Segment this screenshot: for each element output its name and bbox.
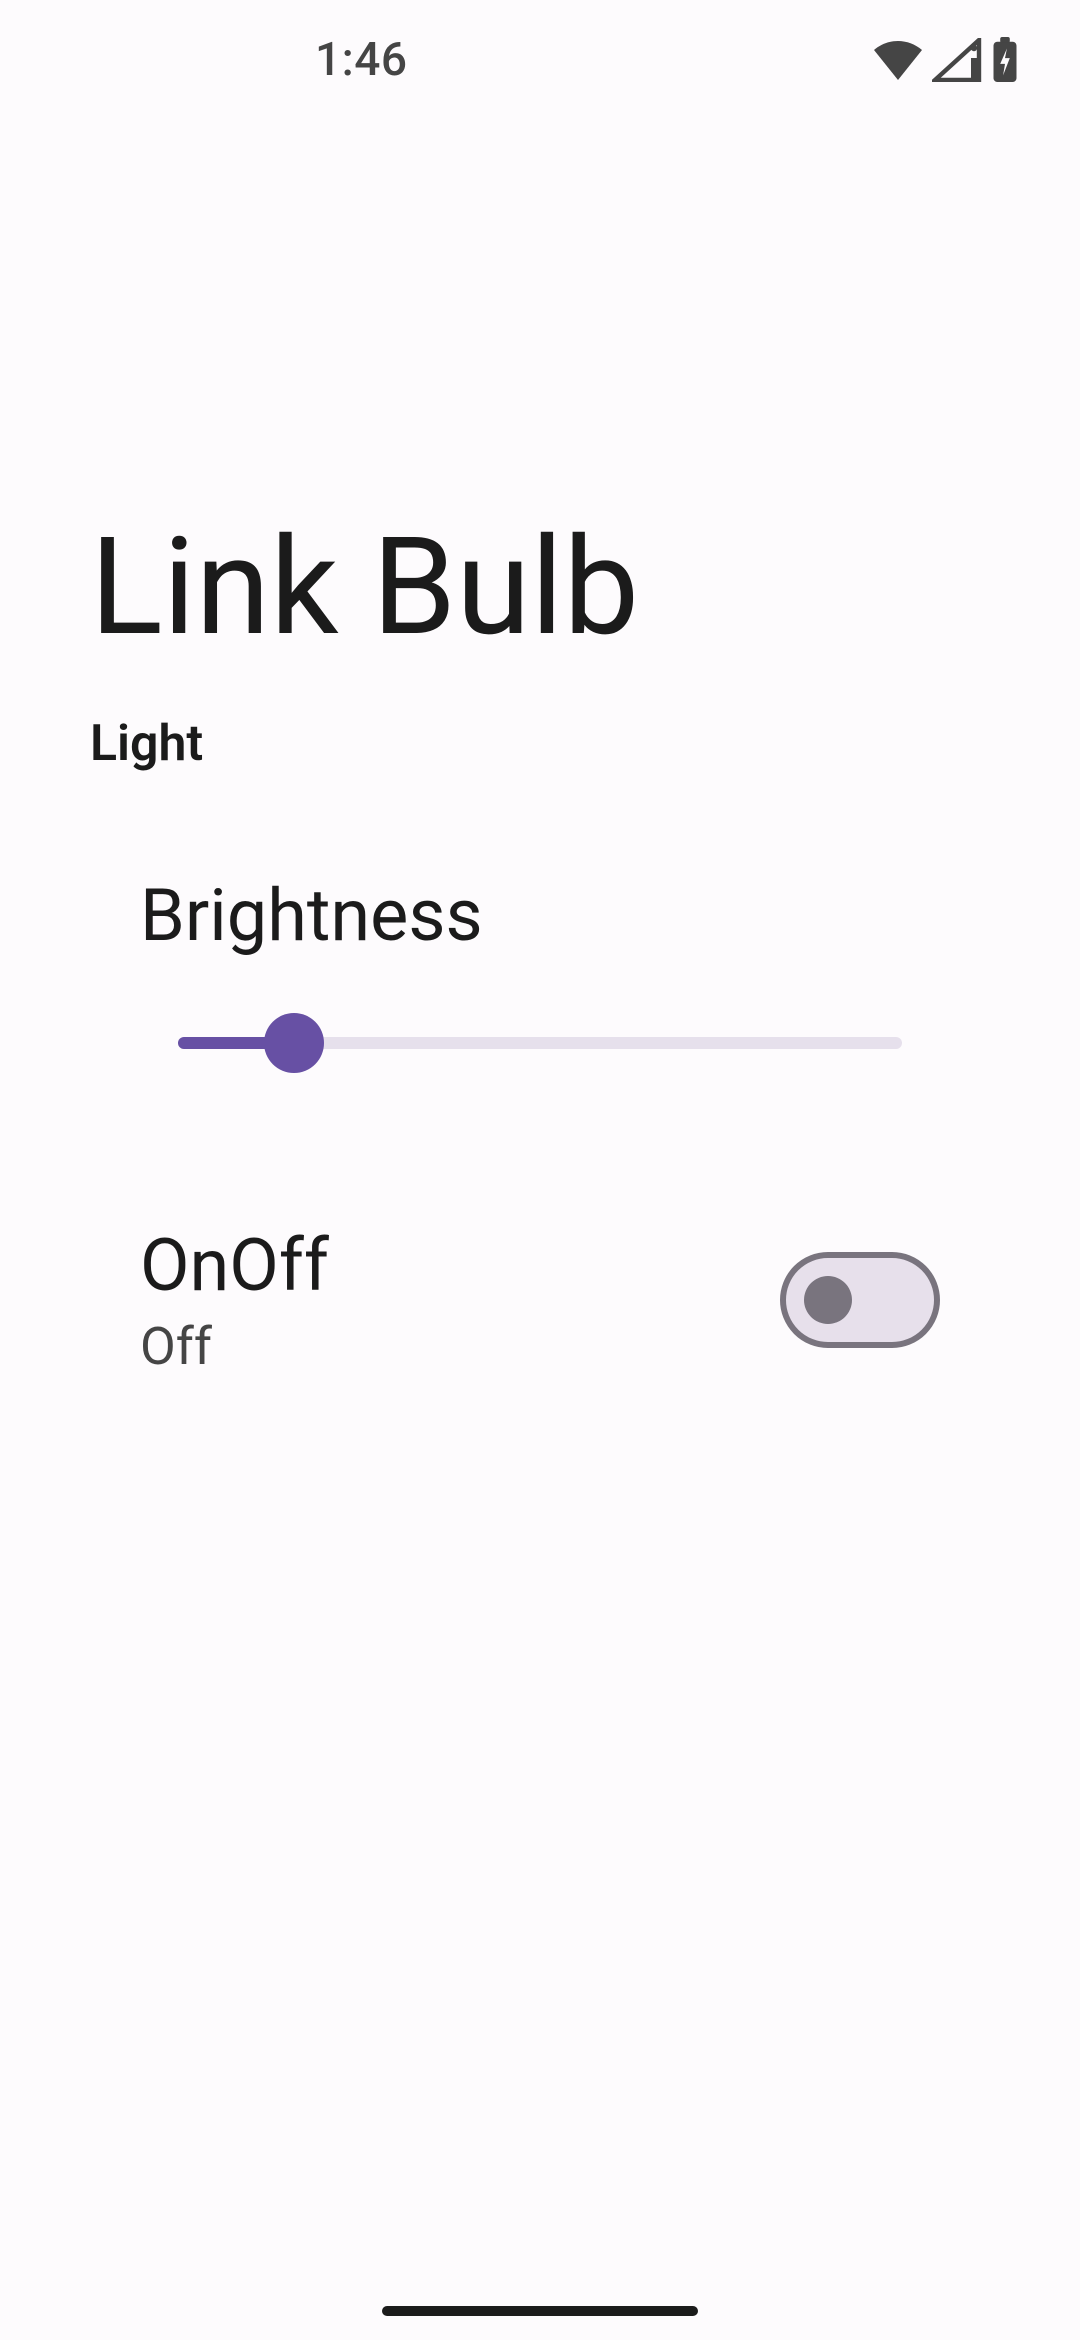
onoff-switch[interactable] xyxy=(780,1252,940,1348)
brightness-section: Brightness xyxy=(90,873,990,1073)
onoff-row: OnOff Off xyxy=(90,1223,990,1377)
switch-thumb xyxy=(804,1276,852,1324)
page-subtitle: Light xyxy=(90,715,990,773)
wifi-icon xyxy=(872,40,924,80)
brightness-label: Brightness xyxy=(140,873,990,958)
onoff-title: OnOff xyxy=(140,1223,329,1308)
content: Link Bulb Light Brightness OnOff Off xyxy=(0,520,1080,1377)
onoff-labels: OnOff Off xyxy=(140,1223,329,1377)
status-icons xyxy=(872,37,1020,83)
battery-icon xyxy=(990,37,1020,83)
status-time: 1:46 xyxy=(315,33,408,87)
status-bar: 1:46 xyxy=(0,0,1080,120)
onoff-state: Off xyxy=(140,1316,329,1377)
page-title: Link Bulb xyxy=(90,520,990,655)
brightness-slider[interactable] xyxy=(90,1013,990,1073)
signal-icon xyxy=(932,38,982,82)
slider-thumb[interactable] xyxy=(264,1013,324,1073)
nav-home-indicator[interactable] xyxy=(382,2306,698,2316)
